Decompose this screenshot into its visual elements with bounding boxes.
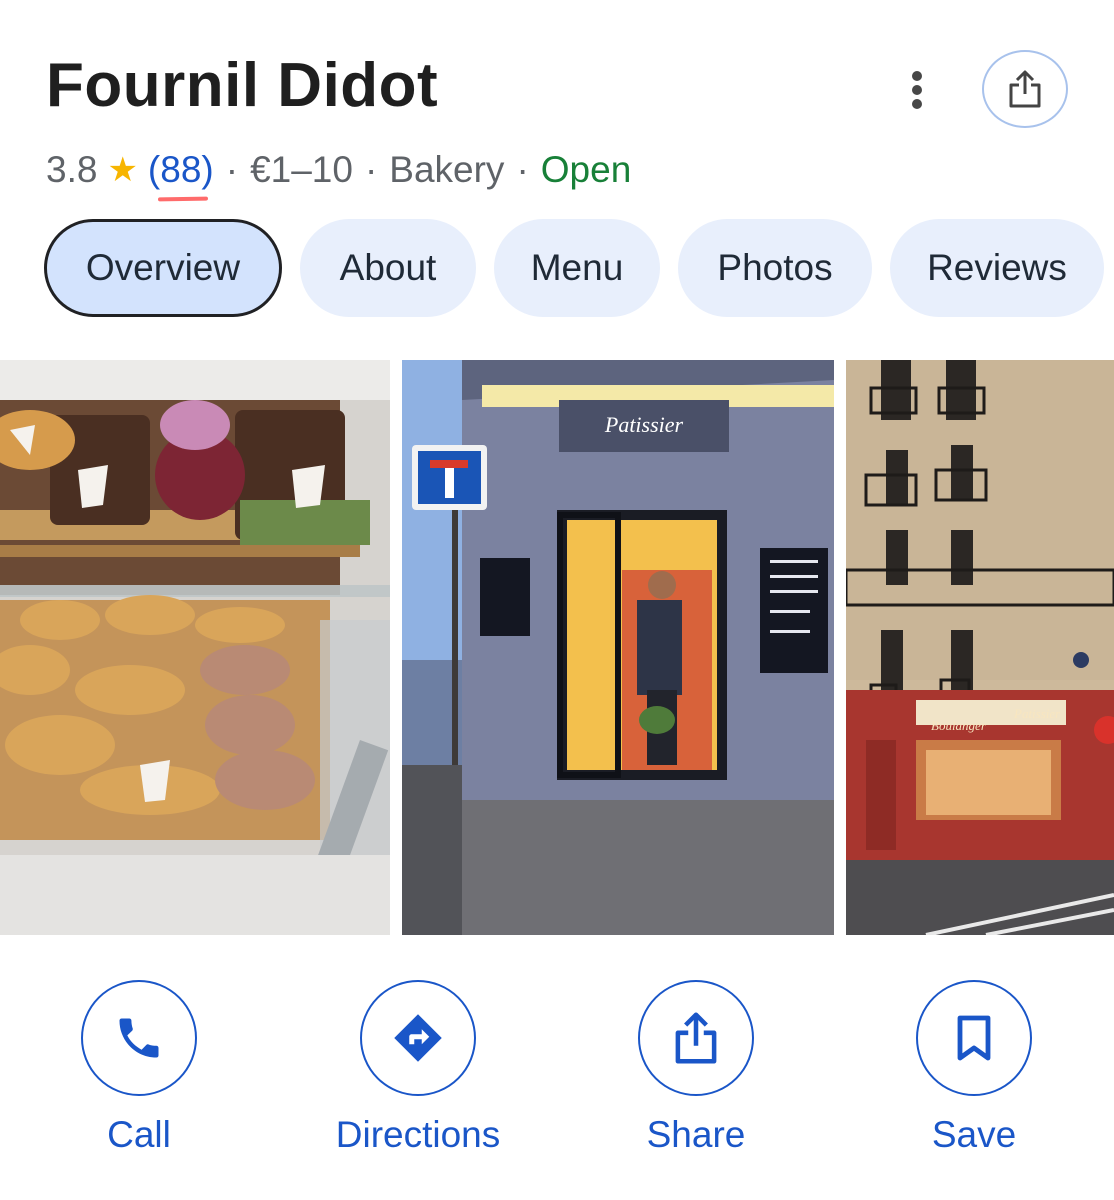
share-icon bbox=[675, 1012, 717, 1064]
photo-pastry-case[interactable] bbox=[0, 360, 390, 935]
directions-button[interactable] bbox=[360, 980, 476, 1096]
place-title: Fournil Didot bbox=[46, 51, 439, 120]
review-count-link[interactable]: (88) bbox=[148, 149, 214, 191]
star-icon: ★ bbox=[107, 151, 138, 189]
separator-dot: · bbox=[516, 149, 529, 190]
tab-reviews[interactable]: Reviews bbox=[890, 219, 1104, 317]
rating-value: 3.8 bbox=[46, 149, 98, 190]
directions-label: Directions bbox=[335, 1114, 501, 1155]
place-meta: 3.8 ★ (88) · €1–10 · Bakery · Open bbox=[46, 146, 631, 194]
boulanger-sign-text: Boulanger bbox=[931, 718, 987, 733]
share-icon bbox=[1009, 70, 1041, 108]
share-action[interactable]: Share bbox=[586, 980, 806, 1156]
bookmark-icon bbox=[957, 1015, 991, 1061]
phone-icon bbox=[119, 1018, 159, 1058]
patissier-sign-text: Patissier bbox=[604, 412, 684, 437]
more-options-button[interactable] bbox=[895, 55, 939, 125]
tab-photos[interactable]: Photos bbox=[678, 219, 872, 317]
call-label: Call bbox=[107, 1114, 171, 1155]
call-action[interactable]: Call bbox=[29, 980, 249, 1156]
storefront-patissier-text: Patissier bbox=[1013, 706, 1061, 721]
call-button[interactable] bbox=[81, 980, 197, 1096]
save-label: Save bbox=[931, 1114, 1017, 1155]
tab-overview[interactable]: Overview bbox=[44, 219, 282, 317]
save-button[interactable] bbox=[916, 980, 1032, 1096]
place-header: Fournil Didot bbox=[46, 48, 1114, 128]
tab-about[interactable]: About bbox=[300, 219, 476, 317]
action-bar: Call Directions Share Save bbox=[0, 980, 1114, 1180]
price-range: €1–10 bbox=[250, 149, 353, 190]
photo-carousel[interactable]: Patissier Boulanger Patissier bbox=[0, 360, 1114, 935]
save-action[interactable]: Save bbox=[864, 980, 1084, 1156]
category-label: Bakery bbox=[389, 149, 505, 190]
photo-building-exterior[interactable]: Boulanger Patissier bbox=[846, 360, 1114, 935]
photo-bakery-entrance[interactable]: Patissier bbox=[402, 360, 834, 935]
more-vertical-icon bbox=[912, 71, 922, 109]
separator-dot: · bbox=[225, 149, 239, 190]
share-button[interactable] bbox=[638, 980, 754, 1096]
share-label: Share bbox=[646, 1114, 746, 1155]
directions-action[interactable]: Directions bbox=[308, 980, 528, 1156]
open-status: Open bbox=[540, 149, 632, 190]
tab-menu[interactable]: Menu bbox=[494, 219, 660, 317]
directions-icon bbox=[394, 1014, 442, 1062]
separator-dot: · bbox=[364, 149, 378, 190]
tab-bar: Overview About Menu Photos Reviews bbox=[44, 219, 1104, 317]
share-header-button[interactable] bbox=[982, 50, 1068, 128]
